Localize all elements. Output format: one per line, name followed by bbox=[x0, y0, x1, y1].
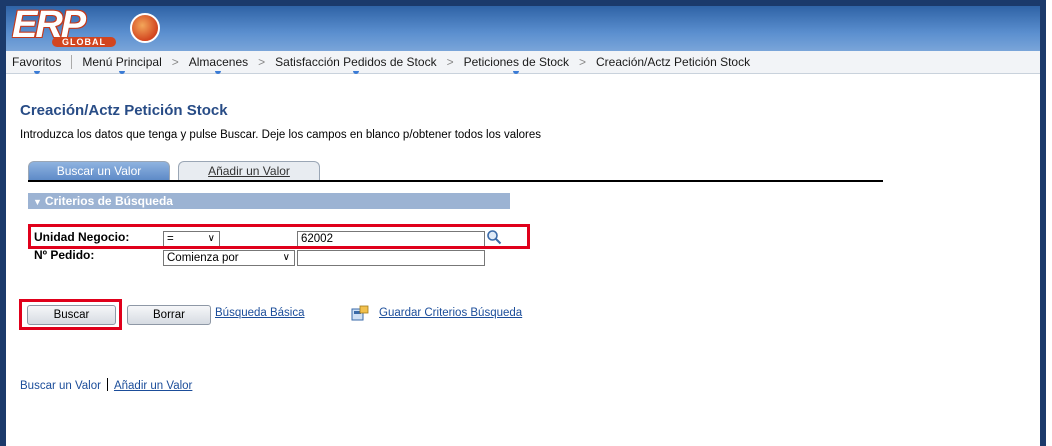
chevron-down-icon: ∨ bbox=[282, 252, 290, 263]
logo-subtitle: GLOBAL bbox=[52, 37, 116, 47]
dropdown-indicator-icon bbox=[119, 71, 126, 74]
bottom-anadir-un-valor[interactable]: Añadir un Valor bbox=[114, 380, 192, 392]
highlight-box-unidad bbox=[28, 224, 530, 249]
save-criteria-icon[interactable] bbox=[351, 305, 369, 321]
dropdown-indicator-icon bbox=[33, 71, 40, 74]
nav-almacenes[interactable]: Almacenes bbox=[183, 55, 254, 74]
nav-creacion-peticion-label: Creación/Actz Petición Stock bbox=[596, 55, 751, 69]
tab-buscar-un-valor[interactable]: Buscar un Valor bbox=[28, 161, 170, 181]
bottom-buscar-un-valor[interactable]: Buscar un Valor bbox=[20, 380, 101, 392]
breadcrumb: Favoritos Menú Principal > Almacenes > S… bbox=[6, 51, 1040, 74]
search-criteria-title: Criterios de Búsqueda bbox=[44, 194, 173, 208]
nav-almacenes-label: Almacenes bbox=[188, 55, 249, 69]
collapse-triangle-icon: ▼ bbox=[33, 197, 42, 207]
globe-icon bbox=[130, 13, 160, 43]
breadcrumb-separator: > bbox=[579, 55, 587, 69]
erp-global-logo: ERP GLOBAL bbox=[12, 4, 172, 50]
nav-favoritos[interactable]: Favoritos bbox=[6, 55, 67, 74]
app-window: ERP GLOBAL Favoritos Menú Principal > Al… bbox=[0, 0, 1046, 446]
highlight-box-buscar bbox=[19, 299, 122, 330]
numero-pedido-label: Nº Pedido: bbox=[34, 248, 95, 262]
dropdown-indicator-icon bbox=[215, 71, 222, 74]
nav-peticiones-stock[interactable]: Peticiones de Stock bbox=[458, 55, 575, 74]
numero-pedido-operator-select[interactable]: Comienza por ∨ bbox=[163, 250, 295, 266]
instructions-text: Introduzca los datos que tenga y pulse B… bbox=[20, 129, 542, 141]
nav-peticiones-stock-label: Peticiones de Stock bbox=[463, 55, 569, 69]
borrar-button[interactable]: Borrar bbox=[127, 305, 211, 325]
tab-bar: Buscar un Valor Añadir un Valor bbox=[28, 161, 883, 182]
nav-creacion-peticion[interactable]: Creación/Actz Petición Stock bbox=[590, 55, 756, 69]
nav-satisfaccion-pedidos-label: Satisfacción Pedidos de Stock bbox=[275, 55, 437, 69]
breadcrumb-separator: > bbox=[171, 55, 179, 69]
bottom-divider bbox=[106, 378, 108, 391]
guardar-criterios-link[interactable]: Guardar Criterios Búsqueda bbox=[379, 307, 522, 319]
dropdown-indicator-icon bbox=[513, 71, 520, 74]
tab-underline bbox=[28, 180, 883, 182]
nav-satisfaccion-pedidos[interactable]: Satisfacción Pedidos de Stock bbox=[269, 55, 442, 74]
bottom-links: Buscar un Valor Añadir un Valor bbox=[20, 378, 192, 392]
page-title: Creación/Actz Petición Stock bbox=[20, 102, 228, 119]
dropdown-indicator-icon bbox=[352, 71, 359, 74]
breadcrumb-separator: > bbox=[446, 55, 454, 69]
nav-menu-principal-label: Menú Principal bbox=[82, 55, 162, 69]
pedido-operator-value: Comienza por bbox=[167, 252, 239, 264]
nav-divider bbox=[71, 55, 73, 69]
search-criteria-header[interactable]: ▼ Criterios de Búsqueda bbox=[28, 193, 510, 209]
breadcrumb-separator: > bbox=[258, 55, 266, 69]
nav-favoritos-label: Favoritos bbox=[12, 55, 62, 69]
tab-anadir-un-valor[interactable]: Añadir un Valor bbox=[178, 161, 320, 181]
nav-menu-principal[interactable]: Menú Principal bbox=[76, 55, 167, 74]
numero-pedido-input[interactable] bbox=[297, 250, 485, 266]
header-banner: ERP GLOBAL bbox=[6, 4, 1040, 51]
busqueda-basica-link[interactable]: Búsqueda Básica bbox=[215, 307, 305, 319]
